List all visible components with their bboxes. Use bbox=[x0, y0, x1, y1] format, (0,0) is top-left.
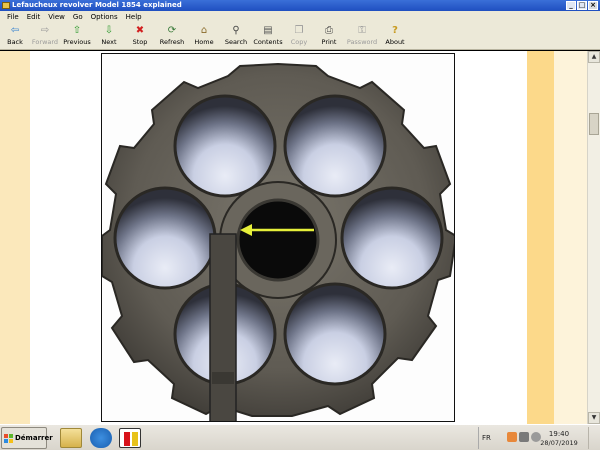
window-title-bar: Lefaucheux revolver Model 1854 explained… bbox=[0, 0, 600, 11]
help-app-icon[interactable] bbox=[119, 428, 141, 448]
scroll-down-button[interactable]: ▼ bbox=[588, 412, 600, 424]
menu-go[interactable]: Go bbox=[69, 11, 87, 23]
back-button[interactable]: ⇦ Back bbox=[0, 23, 30, 50]
about-button[interactable]: ? About bbox=[380, 23, 410, 50]
stop-label: Stop bbox=[132, 38, 148, 46]
forward-label: Forward bbox=[31, 38, 59, 46]
language-indicator[interactable]: FR bbox=[482, 434, 491, 442]
back-label: Back bbox=[7, 38, 23, 46]
previous-label: Previous bbox=[63, 38, 91, 46]
home-label: Home bbox=[194, 38, 214, 46]
close-button[interactable]: × bbox=[588, 1, 598, 10]
explorer-icon[interactable] bbox=[60, 428, 82, 448]
scroll-thumb[interactable] bbox=[589, 113, 599, 135]
network-icon[interactable] bbox=[507, 432, 517, 442]
down-arrow-icon: ⇩ bbox=[104, 25, 114, 36]
up-arrow-icon: ⇧ bbox=[72, 25, 82, 36]
next-label: Next bbox=[101, 38, 117, 46]
copy-label: Copy bbox=[290, 38, 308, 46]
clock-date[interactable]: 28/07/2019 bbox=[539, 439, 579, 447]
taskbar: Démarrer FR 19:40 28/07/2019 bbox=[0, 424, 600, 450]
chamber-6 bbox=[283, 282, 387, 386]
windows-logo-icon bbox=[4, 433, 13, 443]
next-button[interactable]: ⇩ Next bbox=[94, 23, 124, 50]
contents-label: Contents bbox=[253, 38, 283, 46]
search-icon: ⚲ bbox=[232, 25, 240, 36]
minimize-button[interactable]: _ bbox=[566, 1, 576, 10]
refresh-button[interactable]: ⟳ Refresh bbox=[156, 23, 188, 50]
app-icon bbox=[2, 2, 10, 9]
print-button[interactable]: ⎙ Print bbox=[314, 23, 344, 50]
print-label: Print bbox=[321, 38, 337, 46]
contents-icon: ▤ bbox=[263, 25, 273, 36]
menu-bar: File Edit View Go Options Help bbox=[0, 11, 600, 23]
chamber-3 bbox=[113, 186, 217, 290]
menu-view[interactable]: View bbox=[44, 11, 69, 23]
cylinder-illustration bbox=[102, 62, 454, 421]
system-tray: FR 19:40 28/07/2019 bbox=[478, 427, 598, 449]
show-desktop-button[interactable] bbox=[588, 427, 596, 449]
menu-edit[interactable]: Edit bbox=[23, 11, 45, 23]
start-button[interactable]: Démarrer bbox=[1, 427, 53, 449]
home-button[interactable]: ⌂ Home bbox=[188, 23, 220, 50]
stop-icon: ✖ bbox=[135, 25, 145, 36]
maximize-button[interactable]: □ bbox=[577, 1, 587, 10]
center-bore bbox=[236, 198, 320, 282]
scroll-up-button[interactable]: ▲ bbox=[588, 51, 600, 63]
start-label: Démarrer bbox=[15, 434, 53, 442]
chamber-2 bbox=[283, 94, 387, 198]
flag-icon[interactable] bbox=[519, 432, 529, 442]
refresh-label: Refresh bbox=[159, 38, 185, 46]
content-right-margin bbox=[554, 51, 587, 424]
refresh-icon: ⟳ bbox=[167, 25, 177, 36]
revolver-cylinder-photo bbox=[101, 53, 455, 422]
ejector-rod bbox=[209, 233, 237, 421]
back-arrow-icon: ⇦ bbox=[10, 25, 20, 36]
home-icon: ⌂ bbox=[200, 25, 208, 36]
window-title: Lefaucheux revolver Model 1854 explained bbox=[12, 1, 182, 9]
chamber-1 bbox=[173, 94, 277, 198]
forward-arrow-icon: ⇨ bbox=[40, 25, 50, 36]
search-button[interactable]: ⚲ Search bbox=[220, 23, 252, 50]
password-button[interactable]: ⚿ Password bbox=[344, 23, 380, 50]
search-label: Search bbox=[224, 38, 248, 46]
menu-file[interactable]: File bbox=[3, 11, 23, 23]
vertical-scrollbar[interactable]: ▲ ▼ bbox=[587, 51, 600, 424]
stop-button[interactable]: ✖ Stop bbox=[124, 23, 156, 50]
menu-options[interactable]: Options bbox=[87, 11, 122, 23]
about-icon: ? bbox=[392, 25, 398, 36]
browser-icon[interactable] bbox=[90, 428, 112, 448]
copy-icon: ❐ bbox=[294, 25, 304, 36]
clock-time[interactable]: 19:40 bbox=[543, 430, 575, 438]
password-label: Password bbox=[346, 38, 378, 46]
forward-button[interactable]: ⇨ Forward bbox=[30, 23, 60, 50]
chamber-4 bbox=[340, 186, 444, 290]
content-left-margin bbox=[0, 51, 30, 424]
content-right-border bbox=[527, 51, 554, 424]
key-icon: ⚿ bbox=[358, 25, 366, 36]
contents-button[interactable]: ▤ Contents bbox=[252, 23, 284, 50]
print-icon: ⎙ bbox=[325, 25, 333, 36]
menu-help[interactable]: Help bbox=[122, 11, 146, 23]
about-label: About bbox=[385, 38, 405, 46]
toolbar: ⇦ Back ⇨ Forward ⇧ Previous ⇩ Next ✖ Sto… bbox=[0, 23, 600, 50]
ejector-rod-head bbox=[212, 372, 234, 384]
previous-button[interactable]: ⇧ Previous bbox=[60, 23, 94, 50]
copy-button[interactable]: ❐ Copy bbox=[284, 23, 314, 50]
